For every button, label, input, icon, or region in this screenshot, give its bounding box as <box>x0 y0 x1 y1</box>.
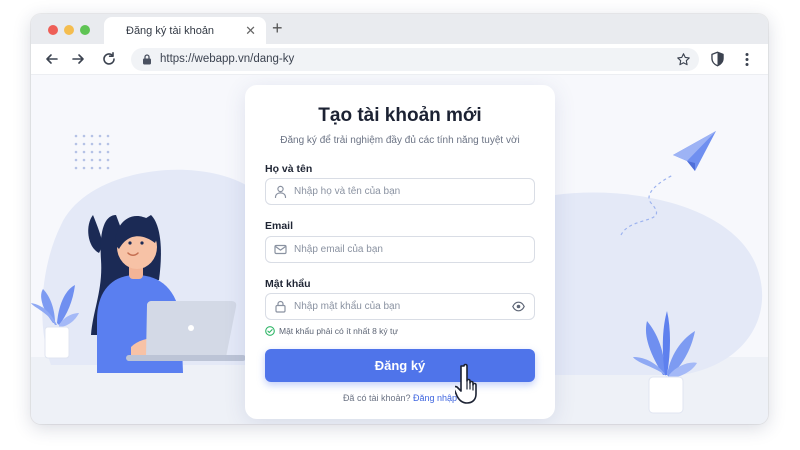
forward-icon[interactable] <box>70 51 86 67</box>
back-icon[interactable] <box>44 51 60 67</box>
dot-grid-decoration <box>74 134 110 170</box>
star-icon[interactable] <box>676 52 691 67</box>
new-tab-button[interactable]: + <box>272 18 283 38</box>
close-window-button[interactable] <box>48 25 58 35</box>
signup-card: Tạo tài khoản mới Đăng ký để trải nghiệm… <box>245 85 555 419</box>
password-field[interactable]: Nhập mật khẩu của bạn <box>265 293 535 320</box>
password-label: Mật khẩu <box>265 278 311 290</box>
minimize-window-button[interactable] <box>64 25 74 35</box>
form-title: Tạo tài khoản mới <box>318 105 482 126</box>
browser-window: Đăng ký tài khoản ✕ + https://webapp.vn/… <box>31 14 768 424</box>
hand-cursor-icon <box>455 363 477 404</box>
shield-icon[interactable] <box>710 51 725 67</box>
login-prompt-line: Đã có tài khoản? Đăng nhập <box>245 393 555 403</box>
email-label: Email <box>265 220 294 232</box>
form-subtitle: Đăng ký để trải nghiệm đầy đủ các tính n… <box>280 135 520 146</box>
browser-toolbar: https://webapp.vn/dang-ky <box>31 44 768 75</box>
name-label: Họ và tên <box>265 163 313 175</box>
maximize-window-button[interactable] <box>80 25 90 35</box>
email-placeholder: Nhập email của bạn <box>294 244 383 255</box>
email-field[interactable]: Nhập email của bạn <box>265 236 535 263</box>
check-circle-icon <box>265 326 275 336</box>
eye-icon[interactable] <box>512 301 525 312</box>
password-hint-text: Mật khẩu phải có ít nhất 8 ký tự <box>279 326 399 336</box>
name-field[interactable]: Nhập họ và tên của bạn <box>265 178 535 205</box>
more-vertical-icon[interactable] <box>744 52 750 67</box>
reload-icon[interactable] <box>101 51 117 67</box>
title-bar: Đăng ký tài khoản ✕ + <box>31 14 768 44</box>
user-icon <box>274 185 287 198</box>
tab-title: Đăng ký tài khoản <box>126 25 215 37</box>
tab-close-icon[interactable]: ✕ <box>245 23 256 39</box>
browser-tab[interactable]: Đăng ký tài khoản ✕ <box>104 17 266 44</box>
login-link[interactable]: Đăng nhập <box>413 393 457 403</box>
page-content: Tạo tài khoản mới Đăng ký để trải nghiệm… <box>31 75 768 424</box>
password-placeholder: Nhập mật khẩu của bạn <box>294 301 401 312</box>
address-bar[interactable]: https://webapp.vn/dang-ky <box>131 48 699 71</box>
login-prompt: Đã có tài khoản? <box>342 393 411 403</box>
url-text: https://webapp.vn/dang-ky <box>160 53 295 65</box>
mail-icon <box>274 244 287 255</box>
lock-icon <box>275 300 286 313</box>
name-placeholder: Nhập họ và tên của bạn <box>294 186 401 197</box>
lock-icon <box>143 54 151 65</box>
signup-button[interactable]: Đăng ký <box>265 349 535 382</box>
